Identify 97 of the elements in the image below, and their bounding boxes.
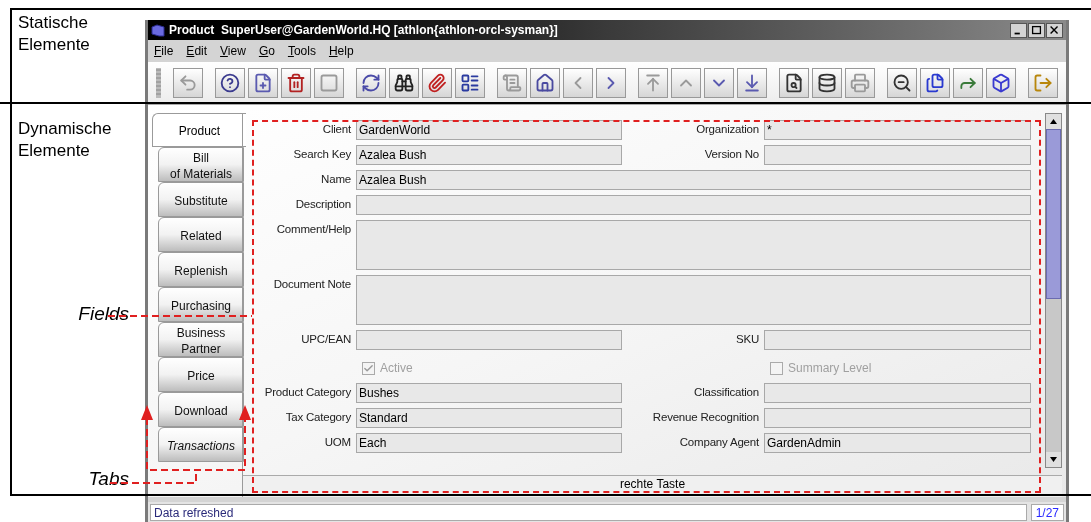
field-label: Search Key [293,147,351,162]
trash-icon [286,73,306,93]
binoculars-icon [394,73,414,93]
toolbar-button[interactable] [530,68,560,98]
input-field[interactable]: Azalea Bush [356,145,622,165]
field-label: Description [295,197,351,212]
field-label: SKU [735,332,759,347]
input-field[interactable]: Bushes [356,383,622,403]
input-field[interactable] [764,383,1031,403]
undo-icon [178,73,198,93]
scrollbar[interactable] [1045,113,1062,468]
annotation-label: Dynamische Elemente [18,118,113,162]
toolbar-button[interactable] [779,68,809,98]
input-field[interactable] [764,408,1031,428]
arrow-to-bottom-icon [742,73,762,93]
close-icon[interactable] [1046,22,1063,38]
toolbar-button[interactable] [356,68,386,98]
document-search-icon [784,73,804,93]
toolbar-button[interactable] [455,68,485,98]
menu-item[interactable]: File [154,42,174,60]
paperclip-icon [427,73,447,93]
tab[interactable]: Related [158,217,244,252]
menu-item[interactable]: Tools [287,42,316,60]
arrow-to-top-icon [643,73,663,93]
zoom-out-icon [892,73,912,93]
menu-item[interactable]: Go [258,42,275,60]
toolbar-grip-icon[interactable] [156,68,161,98]
tab[interactable]: Business Partner [158,322,244,357]
menu-item[interactable]: Help [328,42,354,60]
square-icon [319,73,339,93]
input-field[interactable]: * [764,120,1031,140]
field-label: UOM [324,435,351,450]
field-label: Classification [694,385,759,400]
annotation-label: Statische Elemente [18,12,91,56]
toolbar-button[interactable] [986,68,1016,98]
field-label: Company Agent [679,435,759,450]
input-field[interactable] [356,330,622,350]
input-field[interactable]: GardenWorld [356,120,622,140]
tab[interactable]: Substitute [158,182,244,217]
tab[interactable]: Bill of Materials [158,147,244,182]
scroll-down-icon[interactable] [1046,452,1061,467]
database-icon [817,73,837,93]
field-label: Comment/Help [276,222,351,237]
checkbox-label: Summary Level [788,360,872,377]
input-field[interactable] [764,330,1031,350]
list-icon [460,73,480,93]
maximize-icon[interactable] [1028,22,1045,38]
tab[interactable]: Price [158,357,244,392]
checkbox-label: Active [380,360,413,377]
input-field[interactable]: Azalea Bush [356,170,1031,190]
help-icon [220,73,240,93]
field-label: Tax Category [285,410,351,425]
menu-item[interactable]: Edit [186,42,208,60]
tab[interactable]: Download [158,392,244,427]
refresh-icon [361,73,381,93]
input-field[interactable]: GardenAdmin [764,433,1031,453]
field-label: Name [321,172,351,187]
record-counter: 1/27 [1030,503,1064,521]
tab[interactable]: Replenish [158,252,244,287]
input-field[interactable] [764,145,1031,165]
field-label: Client [322,122,351,137]
annotation-label: Fields [78,302,129,326]
book-icon [151,23,165,37]
field-label: Version No [704,147,759,162]
menu-item[interactable]: View [220,42,246,60]
scrollbar-thumb[interactable] [1046,129,1061,299]
minimize-icon[interactable] [1010,22,1027,38]
tab[interactable]: Product [152,113,246,147]
tab[interactable]: Purchasing [158,287,244,322]
check-icon [363,362,374,374]
field-label: Document Note [273,277,351,292]
footer-text: rechte Taste [619,476,686,493]
toolbar-button[interactable] [422,68,452,98]
printer-icon [850,73,870,93]
new-document-icon [253,73,273,93]
field-label: Product Category [264,385,351,400]
field-label: Organization [696,122,759,137]
house-icon [535,73,555,93]
toolbar-button[interactable] [389,68,419,98]
documents-icon [925,73,945,93]
exit-icon [1033,73,1053,93]
window-title: Product SuperUser@GardenWorld.HQ [athlon{athlon-orcl-sysman}] [169,22,559,39]
status-message: Data refreshed [150,503,1027,521]
toolbar-button[interactable] [920,68,950,98]
toolbar-button[interactable] [215,68,245,98]
cube-icon [991,73,1011,93]
field-label: Revenue Recognition [652,410,759,425]
field-label: UPC/EAN [301,332,351,347]
scroll-up-icon[interactable] [1046,114,1061,129]
input-field[interactable]: Each [356,433,622,453]
toolbar-button[interactable] [812,68,842,98]
toolbar-button[interactable] [281,68,311,98]
input-field[interactable]: Standard [356,408,622,428]
input-field[interactable] [356,195,1031,215]
toolbar-button[interactable] [887,68,917,98]
tab[interactable]: Transactions [158,427,244,462]
scroll-icon [502,73,522,93]
